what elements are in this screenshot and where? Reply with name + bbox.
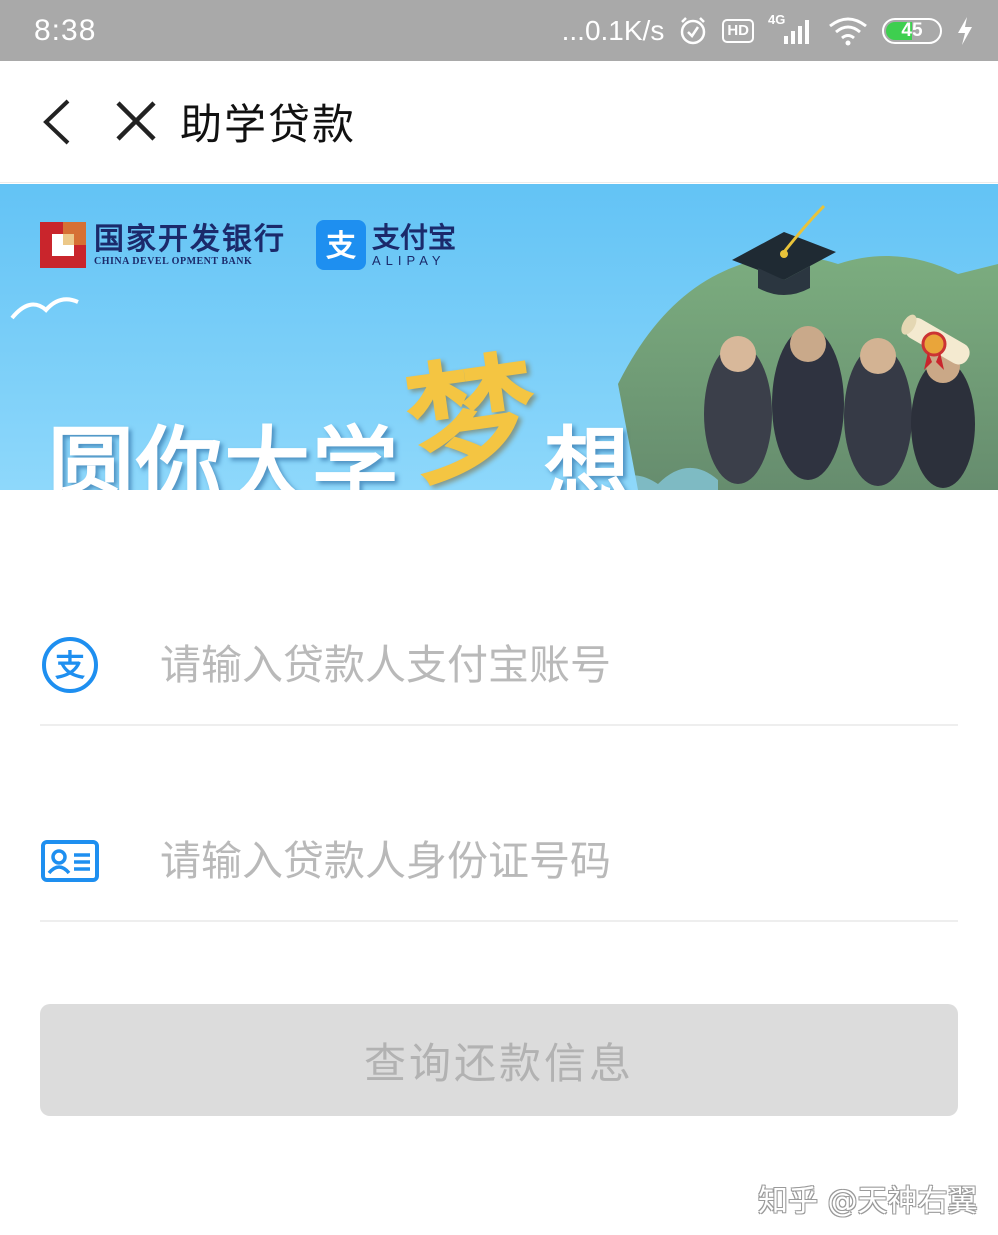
status-icons: ...0.1K/s HD 4G 45: [561, 12, 974, 47]
cdb-logo: 国家开发银行 CHINA DEVEL OPMENT BANK: [40, 222, 286, 268]
alipay-account-input[interactable]: [160, 641, 900, 689]
close-icon[interactable]: [115, 100, 157, 142]
slogan-highlight: 梦: [397, 335, 550, 490]
promo-banner: 国家开发银行 CHINA DEVEL OPMENT BANK 支 支付宝 ALI…: [0, 184, 998, 490]
alipay-logo: 支 支付宝 ALIPAY: [316, 220, 456, 270]
hd-icon: HD: [722, 18, 754, 43]
network-speed: ...0.1K/s: [561, 14, 665, 46]
status-time: 8:38: [34, 13, 97, 47]
charging-icon: [958, 16, 972, 45]
diploma-icon: [901, 314, 970, 370]
bird-icon: [10, 297, 79, 320]
slogan-part2: 想: [544, 417, 633, 490]
query-repayment-button[interactable]: 查询还款信息: [40, 1004, 958, 1116]
svg-text:支: 支: [326, 229, 356, 264]
alarm-icon: [681, 16, 706, 44]
id-number-input[interactable]: [160, 837, 900, 885]
signal-icon: 4G: [768, 12, 814, 46]
battery-icon: 45: [882, 17, 942, 44]
watermark: 知乎 @天神右翼: [758, 1184, 978, 1219]
wifi-icon: [829, 17, 867, 45]
battery-level: 45: [901, 19, 923, 41]
nav-bar: 助学贷款: [0, 61, 998, 183]
slogan-part1: 圆你大学: [48, 417, 400, 490]
bank-name: 国家开发银行: [94, 221, 286, 257]
graduation-cap-icon: [732, 204, 836, 295]
alipay-logo-icon: 支: [316, 220, 366, 270]
bank-name-en: CHINA DEVEL OPMENT BANK: [94, 255, 253, 267]
chevron-left-icon[interactable]: [40, 97, 74, 147]
alipay-account-row: 支: [40, 606, 958, 726]
alipay-icon: 支: [42, 637, 98, 693]
alipay-name-en: ALIPAY: [372, 252, 446, 268]
alipay-name: 支付宝: [372, 220, 457, 254]
status-bar: 8:38 ...0.1K/s HD 4G 45: [0, 0, 998, 61]
page-title: 助学贷款: [180, 100, 357, 149]
id-number-row: [40, 802, 958, 922]
banner-slogan: 圆你大学 梦 想: [48, 334, 632, 490]
svg-text:支: 支: [55, 649, 85, 684]
id-card-icon: [41, 840, 99, 882]
cdb-logo-icon: [40, 222, 86, 268]
